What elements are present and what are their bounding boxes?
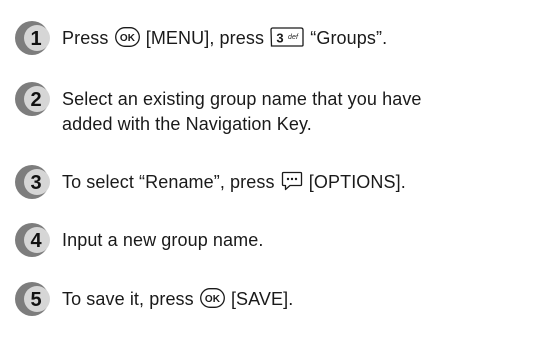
step-text-part: [OPTIONS]. [303, 172, 406, 192]
step-number: 5 [30, 289, 41, 311]
step-number-badge: 2 [14, 81, 50, 117]
step-text-part: [MENU], press [140, 28, 270, 48]
step-text: Select an existing group name that you h… [62, 87, 422, 137]
step-text-part: [SAVE]. [225, 289, 294, 309]
step-text: Input a new group name. [62, 228, 263, 253]
key-3-icon: 3 def [270, 27, 304, 47]
step-number: 2 [30, 89, 41, 111]
step-text-line: added with the Navigation Key. [62, 114, 312, 134]
step-text-part: Input a new group name. [62, 230, 264, 250]
options-key-icon [281, 171, 303, 191]
step-number-badge: 5 [14, 281, 50, 317]
step-text: Press OK [MENU], press 3 def “Groups”. [62, 26, 387, 51]
step-text-part: Press [62, 28, 114, 48]
ok-key-label: OK [120, 33, 136, 44]
step-number-badge: 4 [14, 222, 50, 258]
step-number: 1 [30, 28, 41, 50]
ok-key-icon: OK [199, 288, 225, 308]
ok-key-label: OK [205, 294, 221, 305]
step-number-badge: 1 [14, 20, 50, 56]
step-text-part: To save it, press [62, 289, 199, 309]
step-text-line: Select an existing group name that you h… [62, 89, 422, 109]
step-text: To save it, press OK [SAVE]. [62, 287, 293, 312]
step-number: 3 [30, 172, 41, 194]
ok-key-icon: OK [114, 27, 140, 47]
step-number-badge: 3 [14, 164, 50, 200]
key-3-letters: def [288, 34, 299, 41]
step-text-part: “Groups”. [305, 28, 388, 48]
step-number: 4 [30, 230, 42, 252]
key-3-digit: 3 [276, 31, 283, 46]
step-text: To select “Rename”, press [OPTIONS]. [62, 170, 406, 195]
step-text-part: To select “Rename”, press [62, 172, 280, 192]
